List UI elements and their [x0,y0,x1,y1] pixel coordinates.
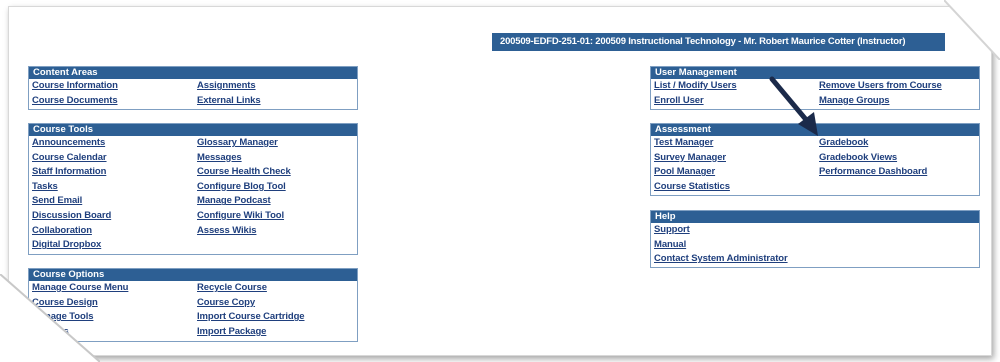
link-assignments[interactable]: Assignments [197,80,256,91]
link-pool-manager[interactable]: Pool Manager [654,166,715,177]
link-remove-users-from-course[interactable]: Remove Users from Course [819,80,942,91]
pointer-arrow-icon [769,76,818,136]
link-staff-information[interactable]: Staff Information [32,166,106,177]
link-list-modify-users[interactable]: List / Modify Users [654,80,737,91]
link-gradebook-views[interactable]: Gradebook Views [819,152,897,163]
link-course-information[interactable]: Course Information [32,80,118,91]
link-send-email[interactable]: Send Email [32,195,82,206]
page-curl-decoration [0,274,100,362]
course-tools-panel: Course Tools Announcements Course Calenda… [28,123,358,255]
link-manual[interactable]: Manual [654,239,686,250]
link-recycle-course[interactable]: Recycle Course [197,282,267,293]
course-title-bar: 200509-EDFD-251-01: 200509 Instructional… [492,33,945,51]
link-assess-wikis[interactable]: Assess Wikis [197,225,257,236]
link-contact-system-administrator[interactable]: Contact System Administrator [654,253,788,264]
link-course-health-check[interactable]: Course Health Check [197,166,291,177]
help-panel: Help Support Manual Contact System Adminis… [650,210,980,268]
link-external-links[interactable]: External Links [197,95,261,106]
link-survey-manager[interactable]: Survey Manager [654,152,726,163]
link-discussion-board[interactable]: Discussion Board [32,210,111,221]
link-tasks[interactable]: Tasks [32,181,58,192]
course-tools-header: Course Tools [29,124,357,136]
link-performance-dashboard[interactable]: Performance Dashboard [819,166,927,177]
link-configure-wiki-tool[interactable]: Configure Wiki Tool [197,210,284,221]
link-course-statistics[interactable]: Course Statistics [654,181,730,192]
link-support[interactable]: Support [654,224,690,235]
link-course-copy[interactable]: Course Copy [197,297,255,308]
link-gradebook[interactable]: Gradebook [819,137,868,148]
link-digital-dropbox[interactable]: Digital Dropbox [32,239,101,250]
link-import-course-cartridge[interactable]: Import Course Cartridge [197,311,305,322]
content-areas-panel: Content Areas Course Information Course D… [28,66,358,110]
link-messages[interactable]: Messages [197,152,242,163]
content-areas-header: Content Areas [29,67,357,79]
link-manage-groups[interactable]: Manage Groups [819,95,890,106]
link-glossary-manager[interactable]: Glossary Manager [197,137,278,148]
link-enroll-user[interactable]: Enroll User [654,95,704,106]
help-header: Help [651,211,979,223]
link-import-package[interactable]: Import Package [197,326,266,337]
link-course-calendar[interactable]: Course Calendar [32,152,107,163]
link-test-manager[interactable]: Test Manager [654,137,713,148]
link-manage-podcast[interactable]: Manage Podcast [197,195,271,206]
link-collaboration[interactable]: Collaboration [32,225,92,236]
link-course-documents[interactable]: Course Documents [32,95,118,106]
page-tear-decoration [944,0,1000,60]
link-announcements[interactable]: Announcements [32,137,105,148]
link-configure-blog-tool[interactable]: Configure Blog Tool [197,181,286,192]
